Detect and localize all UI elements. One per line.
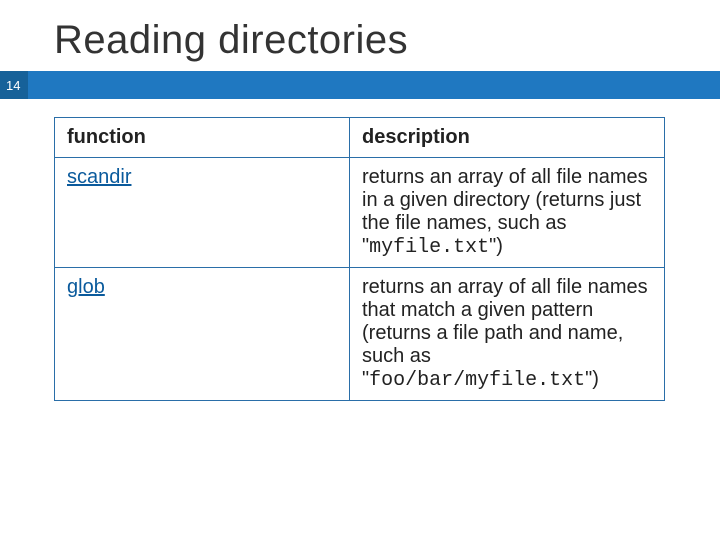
table-header-row: function description [55,118,665,158]
function-cell: glob [55,268,350,401]
function-cell: scandir [55,158,350,268]
page-title: Reading directories [0,0,720,71]
header-bar: 14 [0,71,720,99]
desc-code: myfile.txt [369,236,489,259]
slide: Reading directories 14 function descript… [0,0,720,540]
description-cell: returns an array of all file names that … [350,268,665,401]
content-area: function description scandir returns an … [0,99,720,401]
table-row: glob returns an array of all file names … [55,268,665,401]
functions-table: function description scandir returns an … [54,117,665,401]
desc-code: foo/bar/myfile.txt [369,369,585,392]
desc-text-post: ") [585,368,599,390]
function-link-scandir[interactable]: scandir [67,166,131,188]
header-function: function [55,118,350,158]
desc-text-post: ") [489,235,503,257]
table-row: scandir returns an array of all file nam… [55,158,665,268]
page-number-badge: 14 [0,71,28,99]
description-cell: returns an array of all file names in a … [350,158,665,268]
function-link-glob[interactable]: glob [67,276,105,298]
header-description: description [350,118,665,158]
